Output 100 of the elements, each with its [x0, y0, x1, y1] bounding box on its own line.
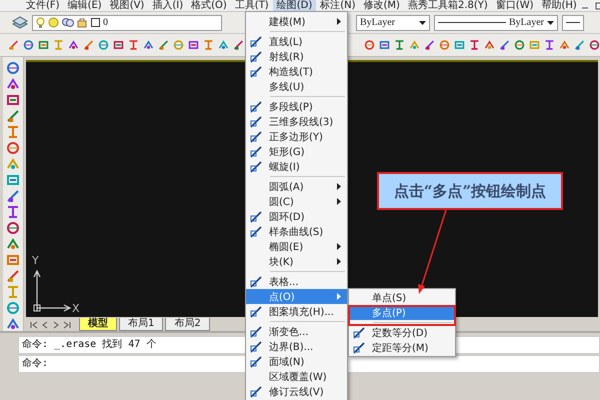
tool-icon[interactable] [6, 205, 20, 219]
tool-icon[interactable] [6, 125, 20, 139]
tool-icon[interactable] [6, 301, 20, 315]
tool-icon[interactable] [6, 93, 20, 107]
tool-icon[interactable] [469, 38, 480, 52]
menu-item[interactable]: 渐变色... [246, 324, 347, 339]
tool-icon[interactable] [589, 38, 600, 52]
callout-box: 点击“多点”按钮绘制点 [377, 172, 563, 210]
linetype-dropdown[interactable]: ByLayer [434, 14, 558, 30]
menu-item[interactable]: 圆弧(A) [246, 179, 347, 194]
menu-item[interactable]: 表格... [246, 274, 347, 289]
tool-icon[interactable] [379, 38, 390, 52]
menu-item[interactable]: 面域(N) [246, 354, 347, 369]
menu-item[interactable]: 插入(I) [148, 0, 188, 11]
menu-item[interactable]: 视图(V) [106, 0, 148, 11]
tool-icon[interactable] [23, 38, 34, 52]
lightbulb-icon [36, 16, 45, 28]
menu-item[interactable]: 椭圆(E) [246, 239, 347, 254]
menu-item[interactable]: 编辑(E) [64, 0, 106, 11]
tool-icon[interactable] [158, 38, 169, 52]
tool-icon[interactable] [484, 38, 495, 52]
tool-icon[interactable] [6, 77, 20, 91]
menu-item[interactable]: 单点(S) [349, 290, 455, 305]
tool-icon[interactable] [83, 38, 94, 52]
menu-item[interactable]: 绘图(D) [272, 0, 316, 11]
menu-item[interactable]: 多线(U) [246, 79, 347, 94]
menu-item[interactable]: 燕秀工具箱2.8(Y) [404, 0, 492, 11]
menu-item[interactable]: 点(O) [246, 289, 347, 304]
tool-icon[interactable] [529, 38, 540, 52]
tool-icon[interactable] [454, 38, 465, 52]
sun-icon [48, 17, 59, 28]
tool-icon[interactable] [544, 38, 555, 52]
layout-tab[interactable]: 布局2 [165, 318, 210, 331]
menu-item[interactable]: 边界(B)... [246, 339, 347, 354]
tool-icon[interactable] [233, 38, 244, 52]
tool-icon[interactable] [6, 157, 20, 171]
tool-icon[interactable] [6, 221, 20, 235]
layer-dropdown[interactable]: 0 [32, 14, 222, 30]
menu-item[interactable]: 多段线(P) [246, 99, 347, 114]
menu-item[interactable]: 修改(M) [360, 0, 404, 11]
tool-icon[interactable] [574, 38, 585, 52]
tool-icon[interactable] [98, 38, 109, 52]
tool-icon[interactable] [203, 38, 214, 52]
tool-icon[interactable] [38, 38, 49, 52]
previous-icon[interactable] [41, 321, 49, 329]
layout-tab[interactable]: 布局1 [119, 318, 164, 331]
next-icon[interactable] [52, 321, 60, 329]
tool-icon[interactable] [128, 38, 139, 52]
menu-item[interactable]: 块(K) [246, 254, 347, 269]
tool-icon[interactable] [6, 173, 20, 187]
tool-icon[interactable] [6, 109, 20, 123]
menu-item[interactable]: 格式(O) [187, 0, 231, 11]
tool-icon[interactable] [143, 38, 154, 52]
tool-icon[interactable] [6, 317, 20, 331]
menu-item-icon [250, 116, 264, 128]
tool-icon[interactable] [8, 38, 19, 52]
menu-item[interactable]: 样条曲线(S) [246, 224, 347, 239]
menu-item-icon [250, 326, 264, 338]
menu-item[interactable]: 螺旋(I) [246, 159, 347, 174]
menu-item-icon [250, 146, 264, 158]
menu-item[interactable]: 正多边形(Y) [246, 129, 347, 144]
last-page-icon[interactable] [63, 321, 71, 329]
menu-item-icon [250, 36, 264, 48]
menu-item[interactable]: 修订云线(V) [246, 384, 347, 399]
tool-icon[interactable] [6, 189, 20, 203]
tool-icon[interactable] [6, 237, 20, 251]
tool-icon[interactable] [113, 38, 124, 52]
menu-item[interactable]: 圆(C) [246, 194, 347, 209]
menu-item[interactable]: 帮助(H) [538, 0, 581, 11]
color-dropdown[interactable]: ByLayer [356, 14, 430, 30]
first-page-icon[interactable] [30, 321, 38, 329]
tool-icon[interactable] [394, 38, 405, 52]
tool-icon[interactable] [424, 38, 435, 52]
menu-item[interactable]: 构造线(T) [246, 64, 347, 79]
tool-icon[interactable] [6, 253, 20, 267]
tool-icon[interactable] [499, 38, 510, 52]
menu-item[interactable]: 矩形(G) [246, 144, 347, 159]
tool-icon[interactable] [439, 38, 450, 52]
tool-icon[interactable] [409, 38, 420, 52]
menu-item[interactable]: 建模(M) [246, 14, 347, 29]
tool-icon[interactable] [514, 38, 525, 52]
tool-icon[interactable] [6, 269, 20, 283]
tool-icon[interactable] [68, 38, 79, 52]
menu-item[interactable]: 定距等分(M) [349, 340, 455, 355]
tool-icon[interactable] [6, 141, 20, 155]
tool-icon[interactable] [188, 38, 199, 52]
menu-item-icon [250, 340, 264, 352]
tool-icon[interactable] [218, 38, 229, 52]
menu-item[interactable]: 射线(R) [246, 49, 347, 64]
menu-item[interactable]: 图案填充(H)... [246, 304, 347, 319]
lineweight-dropdown[interactable] [562, 14, 584, 30]
tool-icon[interactable] [6, 61, 20, 75]
menu-item[interactable]: 圆环(D) [246, 209, 347, 224]
menu-item[interactable]: 工具(T) [230, 0, 273, 11]
menu-item[interactable]: 三维多段线(3) [246, 114, 347, 129]
tool-icon[interactable] [559, 38, 570, 52]
menu-item[interactable]: 直线(L) [246, 34, 347, 49]
layout-tab[interactable]: 模型 [79, 318, 117, 331]
tool-icon[interactable] [364, 38, 375, 52]
layers-icon[interactable] [12, 16, 28, 30]
